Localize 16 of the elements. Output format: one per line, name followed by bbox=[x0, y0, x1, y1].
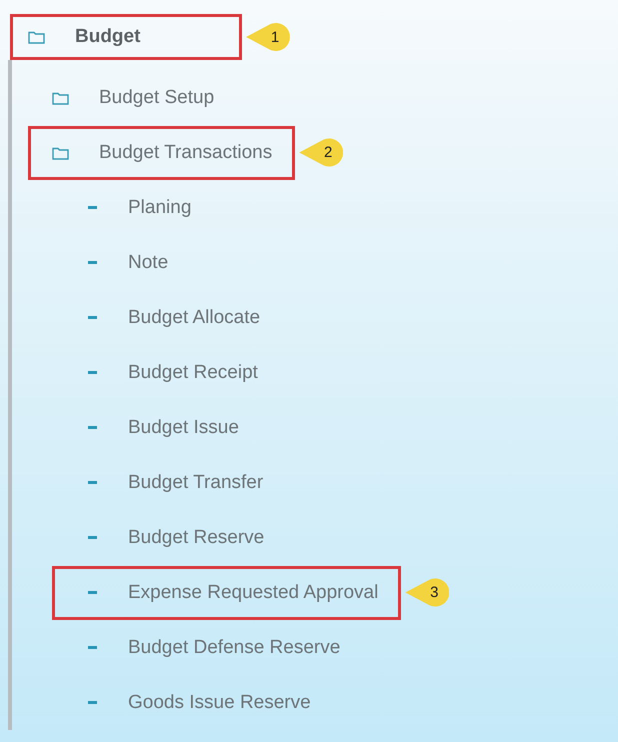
tree-item[interactable]: Budget Allocate bbox=[52, 290, 284, 344]
highlighted-tree-item[interactable]: Expense Requested Approval bbox=[52, 566, 402, 620]
tree-item[interactable]: Budget Reserve bbox=[52, 510, 288, 564]
tree-item[interactable]: Note bbox=[52, 236, 192, 290]
highlighted-tree-item[interactable]: Budget bbox=[10, 14, 242, 60]
tree-item[interactable]: Budget Transfer bbox=[52, 456, 286, 510]
tree-item[interactable]: Budget Defense Reserve bbox=[52, 620, 364, 674]
tree-item[interactable]: Budget Setup bbox=[28, 70, 238, 124]
callout-badge: 1 bbox=[246, 22, 290, 52]
tree-item[interactable]: Budget Receipt bbox=[52, 346, 281, 400]
callout-badge: 2 bbox=[299, 138, 344, 168]
tree-item[interactable]: Planing bbox=[52, 180, 214, 234]
tree-item[interactable]: Goods Issue Reserve bbox=[52, 676, 334, 730]
tree-item[interactable]: Budget Issue bbox=[52, 400, 262, 454]
callout-badge: 3 bbox=[405, 578, 450, 608]
highlighted-tree-item[interactable]: Budget Transactions bbox=[28, 126, 296, 180]
